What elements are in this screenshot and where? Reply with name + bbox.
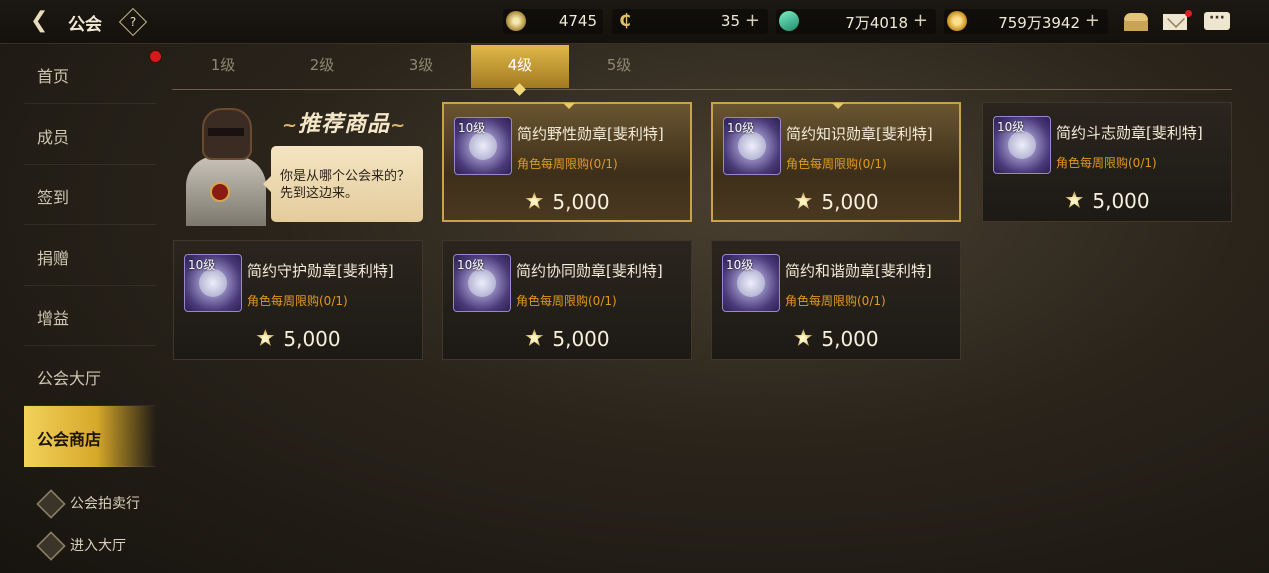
auction-icon	[36, 489, 66, 519]
notification-dot	[149, 50, 162, 63]
star-coin-icon	[506, 11, 526, 31]
add-gold-button[interactable]: +	[1085, 10, 1100, 31]
item-price: 5,000	[712, 327, 960, 351]
item-name: 简约协同勋章[斐利特]	[516, 262, 663, 280]
resource-value: 35	[720, 12, 740, 30]
sidebar-item-home[interactable]: 首页	[24, 43, 156, 104]
star-coin-icon	[794, 329, 813, 346]
item-name: 简约和谐勋章[斐利特]	[785, 262, 932, 280]
resource-c-coin: ₵ 35 +	[612, 9, 768, 34]
mail-icon[interactable]	[1162, 9, 1192, 33]
star-coin-icon	[1065, 191, 1084, 208]
tab-level-2[interactable]: 2级	[273, 45, 371, 88]
recommended-title: 推荐商品	[282, 106, 406, 138]
sidebar-item-buffs[interactable]: 增益	[24, 285, 156, 346]
tab-level-3[interactable]: 3级	[372, 45, 470, 88]
npc-speech-bubble: 你是从哪个公会来的？先到这边来。	[263, 146, 423, 222]
medal-icon: 10级	[184, 254, 242, 312]
shop-item-card[interactable]: 10级 简约斗志勋章[斐利特] 角色每周限购(0/1) 5,000	[982, 102, 1232, 222]
back-arrow-icon[interactable]: ❮	[30, 8, 58, 34]
item-name: 简约守护勋章[斐利特]	[247, 262, 394, 280]
add-c-coin-button[interactable]: +	[745, 10, 760, 31]
sidebar-item-label: 公会大厅	[37, 369, 102, 388]
shop-item-card[interactable]: 10级 简约守护勋章[斐利特] 角色每周限购(0/1) 5,000	[173, 240, 423, 360]
recommended-panel: 推荐商品 你是从哪个公会来的？先到这边来。	[172, 96, 432, 228]
medal-icon: 10级	[993, 116, 1051, 174]
tab-level-5[interactable]: 5级	[570, 45, 668, 88]
medal-icon: 10级	[722, 254, 780, 312]
purchase-limit: 角色每周限购(0/1)	[516, 294, 617, 308]
question-icon: ?	[129, 15, 137, 29]
help-button[interactable]: ?	[118, 7, 148, 37]
gem-icon	[776, 8, 802, 34]
shop-item-card[interactable]: 10级 简约和谐勋章[斐利特] 角色每周限购(0/1) 5,000	[711, 240, 961, 360]
item-price: 5,000	[983, 189, 1231, 213]
npc-speech-text: 你是从哪个公会来的？先到这边来。	[280, 169, 411, 201]
item-price: 5,000	[443, 327, 691, 351]
enter-hall-label: 进入大厅	[70, 538, 126, 554]
resource-gem: 7万4018 +	[776, 8, 936, 34]
gold-coin-icon	[947, 11, 967, 31]
tab-level-1[interactable]: 1级	[174, 45, 272, 88]
add-gem-button[interactable]: +	[913, 10, 928, 31]
chat-icon[interactable]	[1203, 9, 1231, 33]
hall-icon	[36, 531, 66, 561]
treasure-chest-icon[interactable]	[1122, 9, 1150, 33]
star-coin-icon	[256, 329, 275, 346]
level-tabs: 1级 2级 3级 4级 5级	[172, 45, 1232, 90]
resource-value: 4745	[558, 12, 597, 30]
item-name: 简约斗志勋章[斐利特]	[1056, 124, 1203, 142]
c-coin-icon: ₵	[619, 11, 631, 31]
sidebar-item-label: 成员	[37, 128, 70, 147]
page-title: 公会	[68, 15, 102, 35]
sidebar-item-guild-shop[interactable]: 公会商店	[24, 406, 156, 467]
sidebar-item-checkin[interactable]: 签到	[24, 164, 156, 225]
tab-level-4[interactable]: 4级	[471, 45, 569, 88]
shop-item-card[interactable]: 10级 简约协同勋章[斐利特] 角色每周限购(0/1) 5,000	[442, 240, 692, 360]
sidebar-item-label: 首页	[37, 67, 70, 86]
top-bar: ❮ 公会 ? 4745 ₵ 35 + 7万4018 + 759万3942 +	[0, 0, 1269, 44]
purchase-limit: 角色每周限购(0/1)	[1056, 156, 1157, 170]
purchase-limit: 角色每周限购(0/1)	[247, 294, 348, 308]
sidebar-item-label: 公会商店	[37, 430, 102, 449]
item-price: 5,000	[444, 190, 690, 214]
item-price: 5,000	[174, 327, 422, 351]
purchase-limit: 角色每周限购(0/1)	[517, 157, 618, 171]
medal-icon: 10级	[453, 254, 511, 312]
shop-item-card[interactable]: 10级 简约知识勋章[斐利特] 角色每周限购(0/1) 5,000	[711, 102, 961, 222]
notification-dot	[1185, 10, 1192, 17]
sidebar-item-members[interactable]: 成员	[24, 104, 156, 165]
guild-auction-label: 公会拍卖行	[70, 496, 140, 512]
resource-gold-coin: 759万3942 +	[944, 9, 1108, 34]
medal-icon: 10级	[723, 117, 781, 175]
npc-portrait	[180, 98, 268, 226]
item-name: 简约野性勋章[斐利特]	[517, 125, 664, 143]
purchase-limit: 角色每周限购(0/1)	[785, 294, 886, 308]
item-price: 5,000	[713, 190, 959, 214]
star-coin-icon	[794, 192, 813, 209]
resource-value: 759万3942	[998, 14, 1080, 32]
item-name: 简约知识勋章[斐利特]	[786, 125, 933, 143]
resource-star-coin: 4745	[503, 9, 603, 34]
sidebar-item-label: 捐赠	[37, 249, 70, 268]
medal-icon: 10级	[454, 117, 512, 175]
sidebar-item-guild-hall[interactable]: 公会大厅	[24, 345, 156, 406]
star-coin-icon	[525, 192, 544, 209]
shop-item-card[interactable]: 10级 简约野性勋章[斐利特] 角色每周限购(0/1) 5,000	[442, 102, 692, 222]
sidebar-item-label: 增益	[37, 309, 70, 328]
sidebar: 首页 成员 签到 捐赠 增益 公会大厅 公会商店 公会拍卖行 进入大厅	[24, 43, 158, 573]
sidebar-item-donate[interactable]: 捐赠	[24, 225, 156, 286]
star-coin-icon	[525, 329, 544, 346]
sidebar-item-label: 签到	[37, 188, 70, 207]
resource-value: 7万4018	[845, 14, 908, 32]
purchase-limit: 角色每周限购(0/1)	[786, 157, 887, 171]
